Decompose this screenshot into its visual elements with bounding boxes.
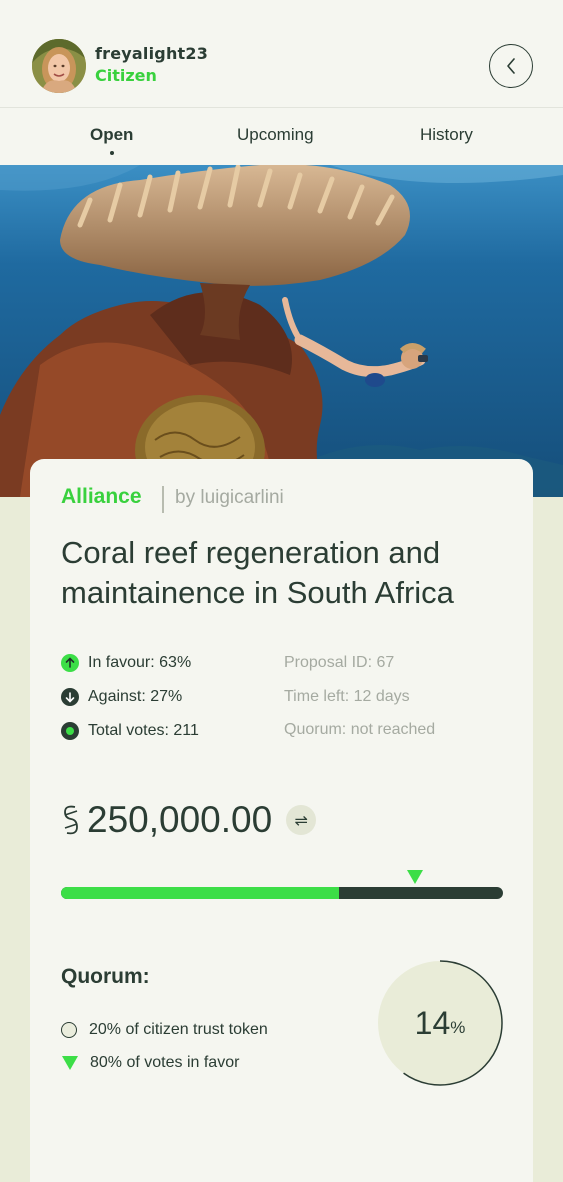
against-label: Against: 27% <box>88 688 183 705</box>
funding-amount: 250,000.00 ⇌ <box>61 799 317 841</box>
active-tab-indicator <box>110 151 114 155</box>
chevron-left-icon <box>507 58 515 74</box>
dot-circle-icon <box>61 722 79 740</box>
in-favour-label: In favour: 63% <box>88 654 192 671</box>
proposal-category[interactable]: Alliance <box>61 485 142 509</box>
quorum-percent-unit: % <box>450 1018 466 1037</box>
total-votes-stat: Total votes: 211 <box>61 720 199 742</box>
proposal-title: Coral reef regeneration and maintainence… <box>61 535 454 610</box>
quorum-status: Quorum: not reached <box>284 721 436 738</box>
divider <box>162 486 164 513</box>
quorum-percent-value: 14 <box>414 1004 451 1041</box>
quorum-item-trust-token: 20% of citizen trust token <box>61 1020 268 1040</box>
app-header: freyalight23 Citizen <box>0 0 563 108</box>
target-threshold-marker <box>406 870 423 884</box>
against-stat: Against: 27% <box>61 686 182 708</box>
quorum-item-label: 80% of votes in favor <box>90 1054 240 1071</box>
proposal-id: Proposal ID: 67 <box>284 654 395 671</box>
tab-upcoming[interactable]: Upcoming <box>237 125 314 145</box>
quorum-item-label: 20% of citizen trust token <box>89 1021 268 1038</box>
quorum-item-votes-favor: 80% of votes in favor <box>61 1053 239 1073</box>
quorum-gauge: 14 % <box>377 960 503 1086</box>
currency-symbol-icon <box>64 805 78 835</box>
circle-icon <box>61 1022 77 1038</box>
user-role: Citizen <box>95 66 157 85</box>
proposal-hero-image <box>0 165 563 497</box>
tab-history[interactable]: History <box>420 125 473 145</box>
proposal-author[interactable]: by luigicarlini <box>175 487 284 509</box>
back-button[interactable] <box>489 44 533 88</box>
total-votes-label: Total votes: 211 <box>88 722 199 739</box>
time-left: Time left: 12 days <box>284 688 410 705</box>
vote-progress-fill <box>61 887 340 899</box>
username: freyalight23 <box>95 44 209 63</box>
proposal-card: Alliance by luigicarlini Coral reef rege… <box>30 459 533 1182</box>
swap-arrows-icon[interactable]: ⇌ <box>286 805 317 835</box>
quorum-title: Quorum: <box>61 965 150 988</box>
vote-progress-bar <box>61 887 503 899</box>
triangle-down-icon <box>62 1056 78 1070</box>
avatar[interactable] <box>32 39 86 93</box>
quorum-gauge-label: 14 % <box>377 960 503 1086</box>
arrow-down-icon <box>61 688 79 706</box>
tab-open[interactable]: Open <box>90 125 133 145</box>
avatar-image <box>32 39 86 93</box>
coral-reef-illustration <box>0 165 563 497</box>
tab-bar: Open Upcoming History <box>0 108 563 165</box>
in-favour-stat: In favour: 63% <box>61 652 191 674</box>
amount-value: 250,000.00 <box>87 799 273 840</box>
arrow-up-icon <box>61 654 79 672</box>
